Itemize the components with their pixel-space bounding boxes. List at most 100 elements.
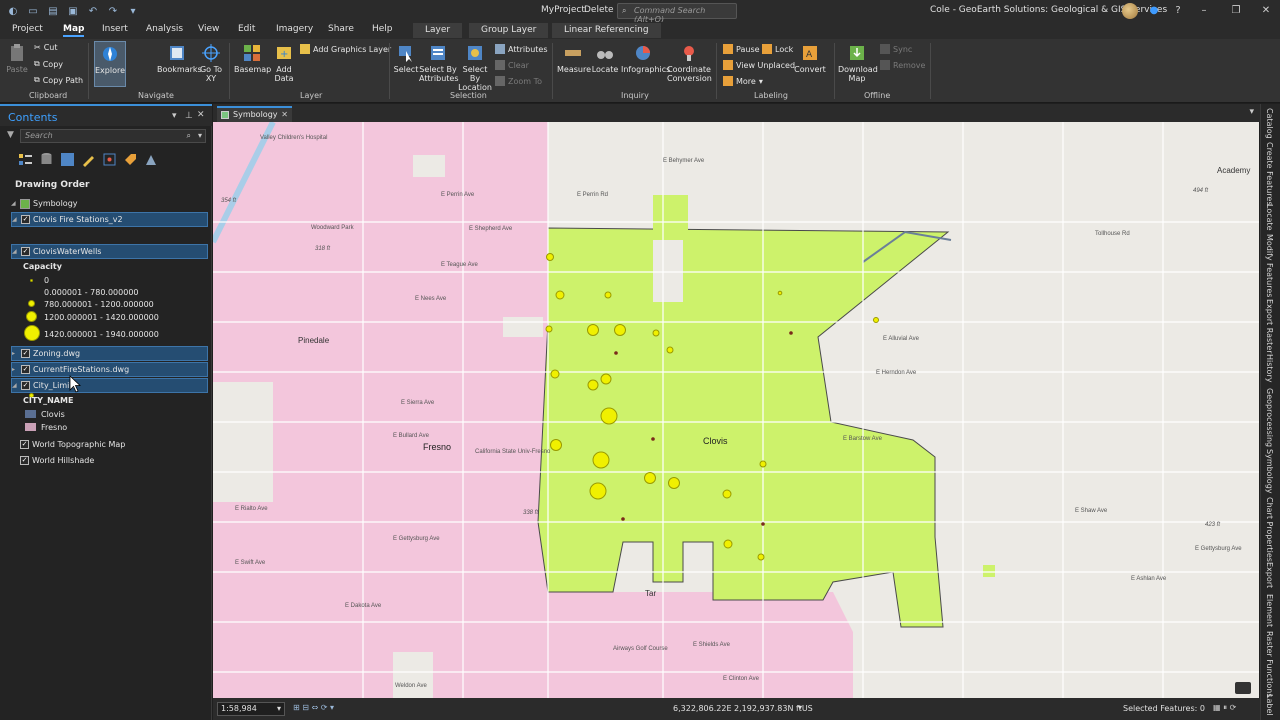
visibility-checkbox[interactable]: ✓ <box>21 215 30 224</box>
chevron-down-icon[interactable]: ▾ <box>1249 107 1254 117</box>
dock-tab-create-features[interactable]: Create Features <box>1265 142 1274 206</box>
fire-station-point[interactable] <box>789 331 793 335</box>
layer-row[interactable]: ▸ ✓ Zoning.dwg <box>11 346 208 361</box>
visibility-checkbox[interactable]: ✓ <box>20 440 29 449</box>
well-point[interactable] <box>777 290 783 296</box>
data-source-icon[interactable] <box>39 152 54 167</box>
dock-tab-locate[interactable]: Locate <box>1265 204 1274 231</box>
avatar[interactable] <box>1122 3 1138 19</box>
layer-row[interactable]: ✓ World Hillshade <box>11 453 208 468</box>
convert-button[interactable]: A Convert <box>794 43 826 74</box>
well-point[interactable] <box>604 291 612 299</box>
redo-icon[interactable]: ↷ <box>106 4 120 18</box>
clovis-polygon-part[interactable] <box>653 195 688 231</box>
close-icon[interactable]: ✕ <box>281 110 288 119</box>
copy-button[interactable]: ⧉ Copy <box>34 59 63 69</box>
help-icon[interactable]: ? <box>1170 3 1186 19</box>
well-point[interactable] <box>555 290 565 300</box>
layer-row[interactable]: ◢ ✓ City_Limits <box>11 378 208 393</box>
new-project-icon[interactable]: ▭ <box>26 4 40 18</box>
tab-share[interactable]: Share <box>328 24 354 34</box>
fire-station-point[interactable] <box>651 437 655 441</box>
layer-row[interactable]: ▸ ✓ CurrentFireStations.dwg <box>11 362 208 377</box>
restore-icon[interactable]: ❐ <box>1228 3 1244 19</box>
well-point[interactable] <box>757 553 765 561</box>
zoom-to-button[interactable]: Zoom To <box>495 76 542 86</box>
well-point[interactable] <box>723 539 733 549</box>
fire-station-point[interactable] <box>621 517 625 521</box>
add-data-button[interactable]: + Add Data <box>270 43 298 83</box>
lock-labeling-button[interactable]: Lock <box>762 44 793 54</box>
pause-labeling-button[interactable]: Pause <box>723 44 760 54</box>
tab-layer[interactable]: Layer <box>413 23 463 38</box>
status-tools-icon[interactable]: ▦ ⏸ ⟳ <box>1213 703 1236 713</box>
select-button[interactable]: Select <box>393 43 419 74</box>
undo-icon[interactable]: ↶ <box>86 4 100 18</box>
command-search-input[interactable]: ⌕ Command Search (Alt+Q) <box>617 3 737 24</box>
well-point[interactable] <box>873 317 879 323</box>
attributes-button[interactable]: Attributes <box>495 44 548 54</box>
notification-icon[interactable]: ● <box>1146 3 1162 19</box>
dock-tab-raster-functions[interactable]: Raster Functions <box>1265 631 1274 698</box>
add-graphics-layer-button[interactable]: Add Graphics Layer <box>300 44 391 54</box>
pane-menu-icon[interactable]: ▾ <box>172 111 177 121</box>
clear-button[interactable]: Clear <box>495 60 529 70</box>
basemap-button[interactable]: Basemap <box>234 43 271 74</box>
select-by-location-button[interactable]: Select By Location <box>457 43 493 92</box>
bookmarks-button[interactable]: Bookmarks <box>157 43 202 74</box>
dock-tab-geoprocessing[interactable]: Geoprocessing <box>1265 388 1274 447</box>
caret-icon[interactable]: ◢ <box>12 216 18 223</box>
map-canvas[interactable]: Clovis Fresno Pinedale Academy Valley Ch… <box>213 122 1259 698</box>
caret-icon[interactable]: ▸ <box>12 350 18 357</box>
dock-tab-label[interactable]: Label <box>1265 694 1274 716</box>
well-point[interactable] <box>550 439 562 451</box>
tab-edit[interactable]: Edit <box>238 24 255 34</box>
dock-tab-modify-features[interactable]: Modify Features <box>1265 234 1274 297</box>
layer-row[interactable]: ✓ World Topographic Map <box>11 437 208 452</box>
well-point[interactable] <box>589 482 607 500</box>
snapping-view-icon[interactable] <box>102 152 117 167</box>
well-point[interactable] <box>587 379 599 391</box>
tab-help[interactable]: Help <box>372 24 393 34</box>
dock-tab-symbology[interactable]: Symbology <box>1265 449 1274 494</box>
well-point[interactable] <box>666 346 674 354</box>
well-point[interactable] <box>592 451 610 469</box>
delete-label[interactable]: Delete <box>584 5 614 15</box>
well-point[interactable] <box>545 325 553 333</box>
selection-view-icon[interactable] <box>60 152 75 167</box>
scale-selector[interactable]: 1:58,984 ▾ <box>217 702 285 716</box>
layer-row[interactable]: ◢ ✓ Clovis Fire Stations_v2 <box>11 212 208 227</box>
fire-station-point[interactable] <box>614 351 618 355</box>
chevron-down-icon[interactable]: ▾ <box>798 703 802 712</box>
well-point[interactable] <box>722 489 732 499</box>
view-unplaced-button[interactable]: View Unplaced <box>723 60 795 70</box>
remove-button[interactable]: Remove <box>880 60 925 70</box>
well-point[interactable] <box>600 373 612 385</box>
tab-linear-referencing[interactable]: Linear Referencing <box>552 23 661 38</box>
sync-button[interactable]: Sync <box>880 44 912 54</box>
labeling-view-icon[interactable] <box>123 152 138 167</box>
caret-icon[interactable]: ◢ <box>12 382 18 389</box>
well-point[interactable] <box>587 324 599 336</box>
minimize-icon[interactable]: – <box>1196 3 1212 19</box>
map-view[interactable]: Clovis Fresno Pinedale Academy Valley Ch… <box>213 122 1259 698</box>
pin-icon[interactable]: ⊥ <box>185 111 193 121</box>
tab-imagery[interactable]: Imagery <box>276 24 313 34</box>
visibility-checkbox[interactable]: ✓ <box>21 349 30 358</box>
well-point[interactable] <box>668 477 680 489</box>
infographics-button[interactable]: Infographics <box>621 43 670 74</box>
save-icon[interactable]: ▣ <box>66 4 80 18</box>
close-pane-icon[interactable]: ✕ <box>197 110 205 120</box>
map-node[interactable]: ◢ Symbology <box>11 196 208 211</box>
paste-button[interactable]: Paste <box>4 43 30 74</box>
tab-project[interactable]: Project <box>12 24 43 34</box>
tab-analysis[interactable]: Analysis <box>146 24 183 34</box>
clovis-polygon-part[interactable] <box>983 565 995 577</box>
drawing-order-icon[interactable] <box>18 152 33 167</box>
contents-search-input[interactable]: Search ⌕ ▾ <box>20 129 206 143</box>
cut-button[interactable]: ✂ Cut <box>34 43 58 52</box>
well-point[interactable] <box>600 407 618 425</box>
dock-tab-export-raster[interactable]: Export Raster <box>1265 299 1274 354</box>
dock-tab-chart-properties[interactable]: Chart Properties <box>1265 497 1274 562</box>
fire-station-point[interactable] <box>761 522 765 526</box>
